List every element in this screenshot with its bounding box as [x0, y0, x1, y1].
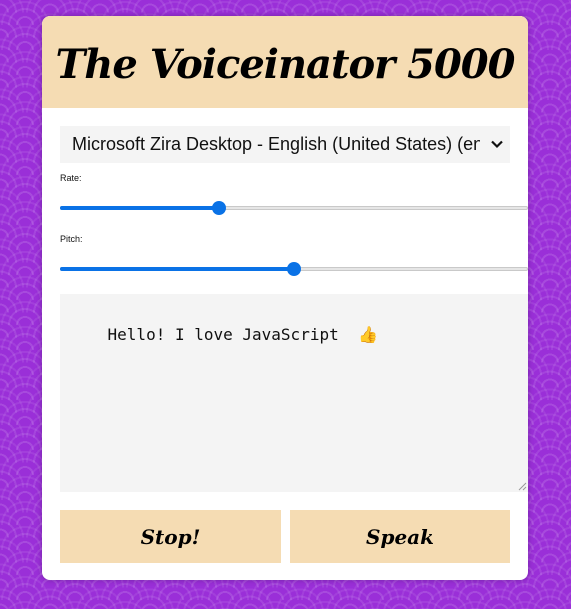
message-textarea[interactable]: Hello! I love JavaScript 👍 [60, 294, 528, 492]
pitch-label: Pitch: [60, 234, 83, 244]
voice-select[interactable]: Microsoft Zira Desktop - English (United… [60, 126, 510, 163]
speak-button[interactable]: Speak [290, 510, 510, 563]
rate-label: Rate: [60, 173, 82, 183]
voice-select-value: Microsoft Zira Desktop - English (United… [72, 134, 480, 154]
pitch-slider-fill [60, 267, 294, 271]
stop-button[interactable]: Stop! [60, 510, 281, 563]
app-title: The Voiceinator 5000 [55, 40, 516, 88]
chevron-down-icon [491, 140, 503, 149]
pitch-slider-thumb[interactable] [287, 262, 301, 276]
voiceinator-card: The Voiceinator 5000 Microsoft Zira Desk… [42, 16, 528, 580]
rate-slider-thumb[interactable] [212, 201, 227, 215]
resize-grip-icon[interactable] [518, 482, 527, 491]
app-header: The Voiceinator 5000 [42, 16, 528, 108]
rate-slider[interactable] [60, 200, 528, 216]
rate-slider-fill [60, 206, 220, 210]
pitch-slider[interactable] [60, 261, 528, 277]
message-text: Hello! I love JavaScript 👍 [107, 325, 378, 344]
